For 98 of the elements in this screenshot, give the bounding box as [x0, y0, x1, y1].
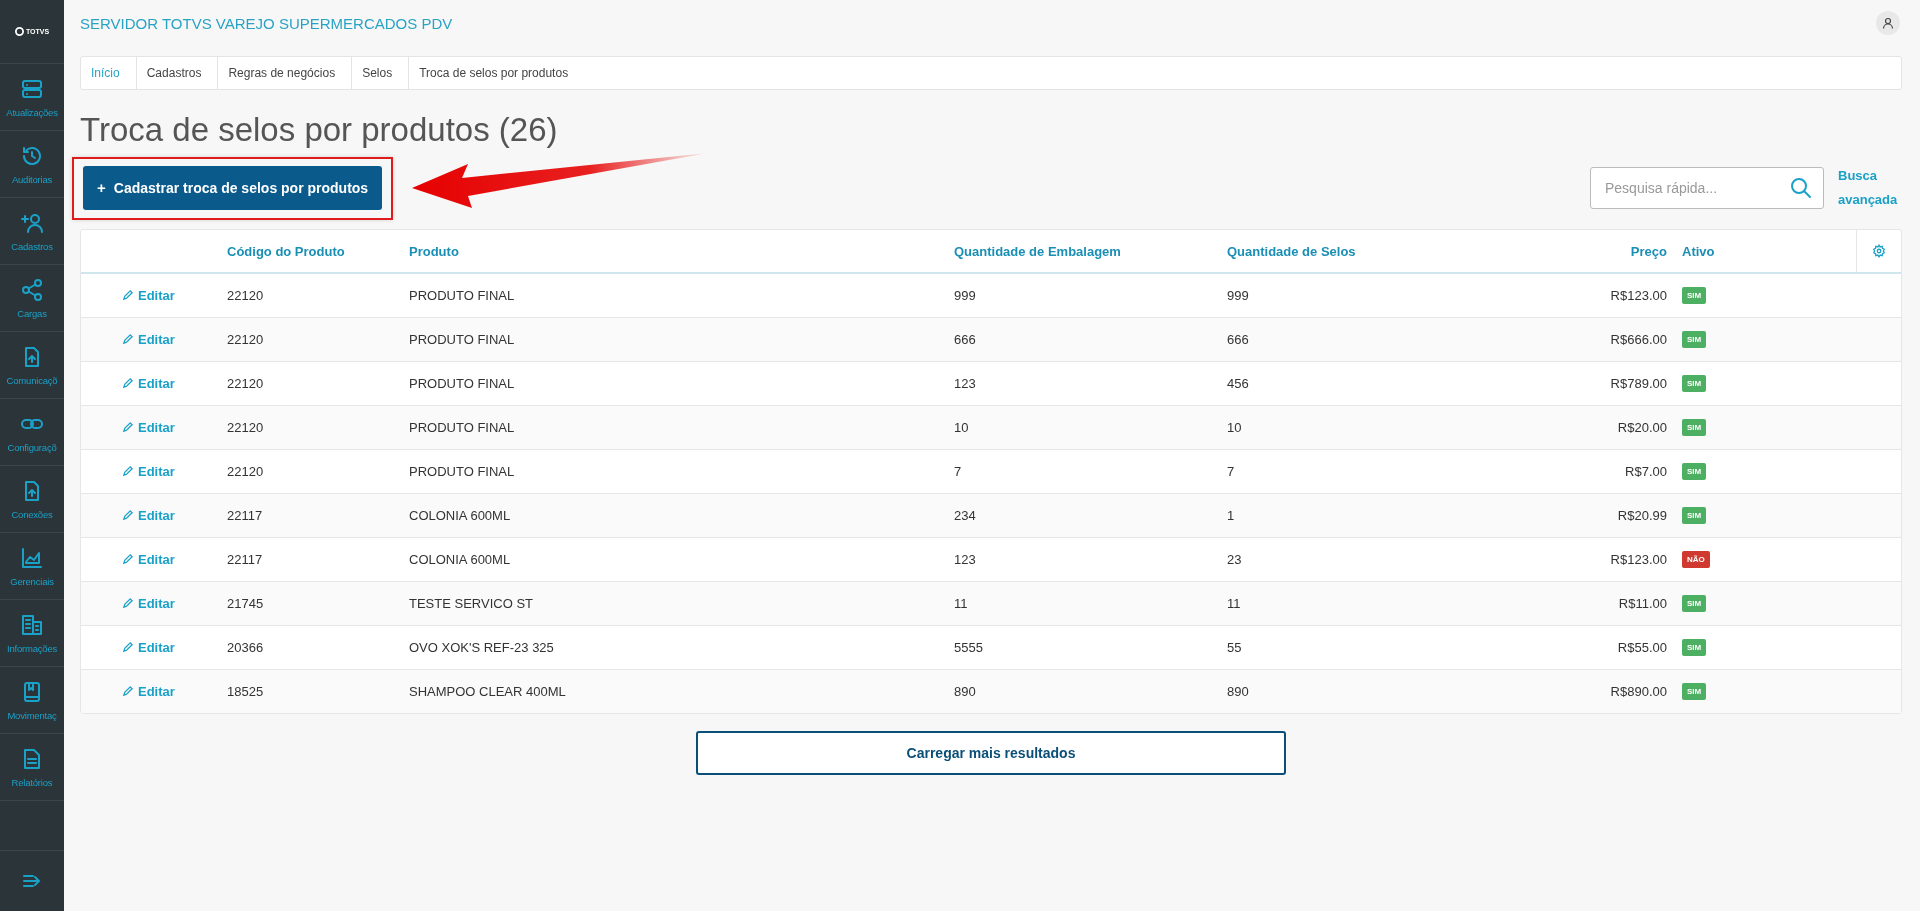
- status-tag: SIM: [1682, 419, 1707, 436]
- table-cell-text: PRODUTO FINAL: [409, 375, 516, 393]
- table-cell-text: R$890.00: [1609, 683, 1667, 701]
- sidebar-item[interactable]: Relatórios: [0, 734, 64, 801]
- table-cell-text: 123: [954, 551, 977, 569]
- status-tag: SIM: [1682, 639, 1707, 656]
- table-cell-text: R$666.00: [1609, 331, 1667, 349]
- breadcrumb-link[interactable]: Início: [81, 57, 137, 89]
- breadcrumb-item[interactable]: Selos: [352, 57, 410, 89]
- column-header[interactable]: Quantidade de Selos: [1227, 230, 1487, 272]
- table-cell-text: 999: [954, 287, 977, 305]
- table-cell-text: 123: [954, 375, 977, 393]
- table-cell-text: 22120: [227, 419, 265, 437]
- table-cell-text: R$123.00: [1609, 551, 1667, 569]
- status-tag: SIM: [1682, 287, 1707, 304]
- table-cell-text: 22120: [227, 287, 265, 305]
- table-cell-text: 22117: [227, 551, 264, 569]
- load-more-button[interactable]: Carregar mais resultados: [696, 731, 1286, 775]
- table-cell-text: 999: [1227, 287, 1250, 305]
- table-cell-text: R$789.00: [1609, 375, 1667, 393]
- table-cell-text: R$55.00: [1616, 639, 1667, 657]
- new-record-button[interactable]: + Cadastrar troca de selos por produtos: [83, 165, 383, 210]
- table-cell-text: COLONIA 600ML: [409, 551, 512, 569]
- table-cell-text: 890: [954, 683, 977, 701]
- sidebar-item[interactable]: Atualizações: [0, 64, 64, 131]
- table-cell-text: 21745: [227, 595, 265, 613]
- status-tag: SIM: [1682, 595, 1707, 612]
- table-cell-text: PRODUTO FINAL: [409, 463, 516, 481]
- edit-link[interactable]: Editar: [122, 332, 175, 347]
- table-cell-text: R$20.99: [1616, 507, 1667, 525]
- table-cell-text: 890: [1227, 683, 1250, 701]
- table-cell-text: 1: [1227, 507, 1236, 525]
- table-cell-text: 666: [954, 331, 977, 349]
- table-cell-text: 20366: [227, 639, 265, 657]
- table-cell-text: 666: [1227, 331, 1250, 349]
- table-cell-text: 234: [954, 507, 977, 525]
- table-cell-text: 11: [954, 595, 969, 613]
- sidebar-item[interactable]: Configuraçõ: [0, 399, 64, 466]
- sidebar-item[interactable]: Movimentaç: [0, 667, 64, 734]
- table-cell-text: COLONIA 600ML: [409, 507, 512, 525]
- table-cell-text: OVO XOK'S REF-23 325: [409, 639, 555, 657]
- table-cell-text: PRODUTO FINAL: [409, 287, 516, 305]
- sidebar-item[interactable]: Cadastros: [0, 198, 64, 265]
- column-header[interactable]: Produto: [409, 230, 954, 272]
- breadcrumb-item[interactable]: Regras de negócios: [218, 57, 353, 89]
- edit-link[interactable]: Editar: [122, 640, 175, 655]
- sidebar-item[interactable]: Gerenciais: [0, 533, 64, 600]
- table-cell-text: 22120: [227, 375, 265, 393]
- edit-link[interactable]: Editar: [122, 464, 175, 479]
- page-title: Troca de selos por produtos (26): [80, 111, 559, 149]
- edit-link[interactable]: Editar: [122, 288, 175, 303]
- table-cell-text: 55: [1227, 639, 1243, 657]
- column-header[interactable]: Quantidade de Embalagem: [954, 230, 1227, 272]
- edit-link[interactable]: Editar: [122, 420, 175, 435]
- table-cell-text: 22117: [227, 507, 264, 525]
- table-cell-text: R$20.00: [1616, 419, 1667, 437]
- sidebar-item[interactable]: Auditorias: [0, 131, 64, 198]
- status-tag: NÃO: [1682, 551, 1710, 568]
- edit-link[interactable]: Editar: [122, 552, 175, 567]
- edit-link[interactable]: Editar: [122, 376, 175, 391]
- sidebar-item[interactable]: Conexões: [0, 466, 64, 533]
- edit-link[interactable]: Editar: [122, 684, 175, 699]
- status-tag: SIM: [1682, 331, 1707, 348]
- column-header[interactable]: Ativo: [1667, 230, 1856, 272]
- table-cell-text: PRODUTO FINAL: [409, 331, 516, 349]
- status-tag: SIM: [1682, 683, 1707, 700]
- table-cell-text: 18525: [227, 683, 265, 701]
- sidebar-item[interactable]: Cargas: [0, 265, 64, 332]
- table-cell-text: 22120: [227, 331, 265, 349]
- table-cell-text: TESTE SERVICO ST: [409, 595, 534, 613]
- table-cell-text: 10: [1227, 419, 1243, 437]
- column-header[interactable]: Preço: [1487, 230, 1667, 272]
- sidebar-item[interactable]: Comunicaçõ: [0, 332, 64, 399]
- table-cell-text: 7: [1227, 463, 1236, 481]
- edit-link[interactable]: Editar: [122, 596, 175, 611]
- status-tag: SIM: [1682, 375, 1707, 392]
- breadcrumb-item[interactable]: Troca de selos por produtos: [409, 57, 585, 89]
- table-cell-text: 22120: [227, 463, 265, 481]
- search-field[interactable]: Pesquisa rápida...: [1590, 167, 1824, 209]
- table-cell-text: 5555: [954, 639, 984, 657]
- table-cell-text: R$11.00: [1617, 595, 1667, 613]
- table-cell-text: 11: [1227, 595, 1242, 613]
- sidebar-item[interactable]: Informações: [0, 600, 64, 667]
- table-cell-text: PRODUTO FINAL: [409, 419, 516, 437]
- app-title: SERVIDOR TOTVS VAREJO SUPERMERCADOS PDV: [80, 14, 453, 32]
- table-cell-text: 7: [954, 463, 963, 481]
- table-cell-text: R$123.00: [1609, 287, 1667, 305]
- table-cell-text: 456: [1227, 375, 1250, 393]
- table-cell-text: 10: [954, 419, 970, 437]
- breadcrumb-item[interactable]: Cadastros: [136, 57, 219, 89]
- edit-link[interactable]: Editar: [122, 508, 175, 523]
- status-tag: SIM: [1682, 463, 1707, 480]
- column-header[interactable]: Código do Produto: [227, 230, 409, 272]
- table-cell-text: 23: [1227, 551, 1243, 569]
- table-cell-text: SHAMPOO CLEAR 400ML: [409, 683, 567, 701]
- table-cell-text: R$7.00: [1624, 463, 1667, 481]
- status-tag: SIM: [1682, 507, 1707, 524]
- advanced-search-link[interactable]: Busca avançada: [1838, 164, 1902, 212]
